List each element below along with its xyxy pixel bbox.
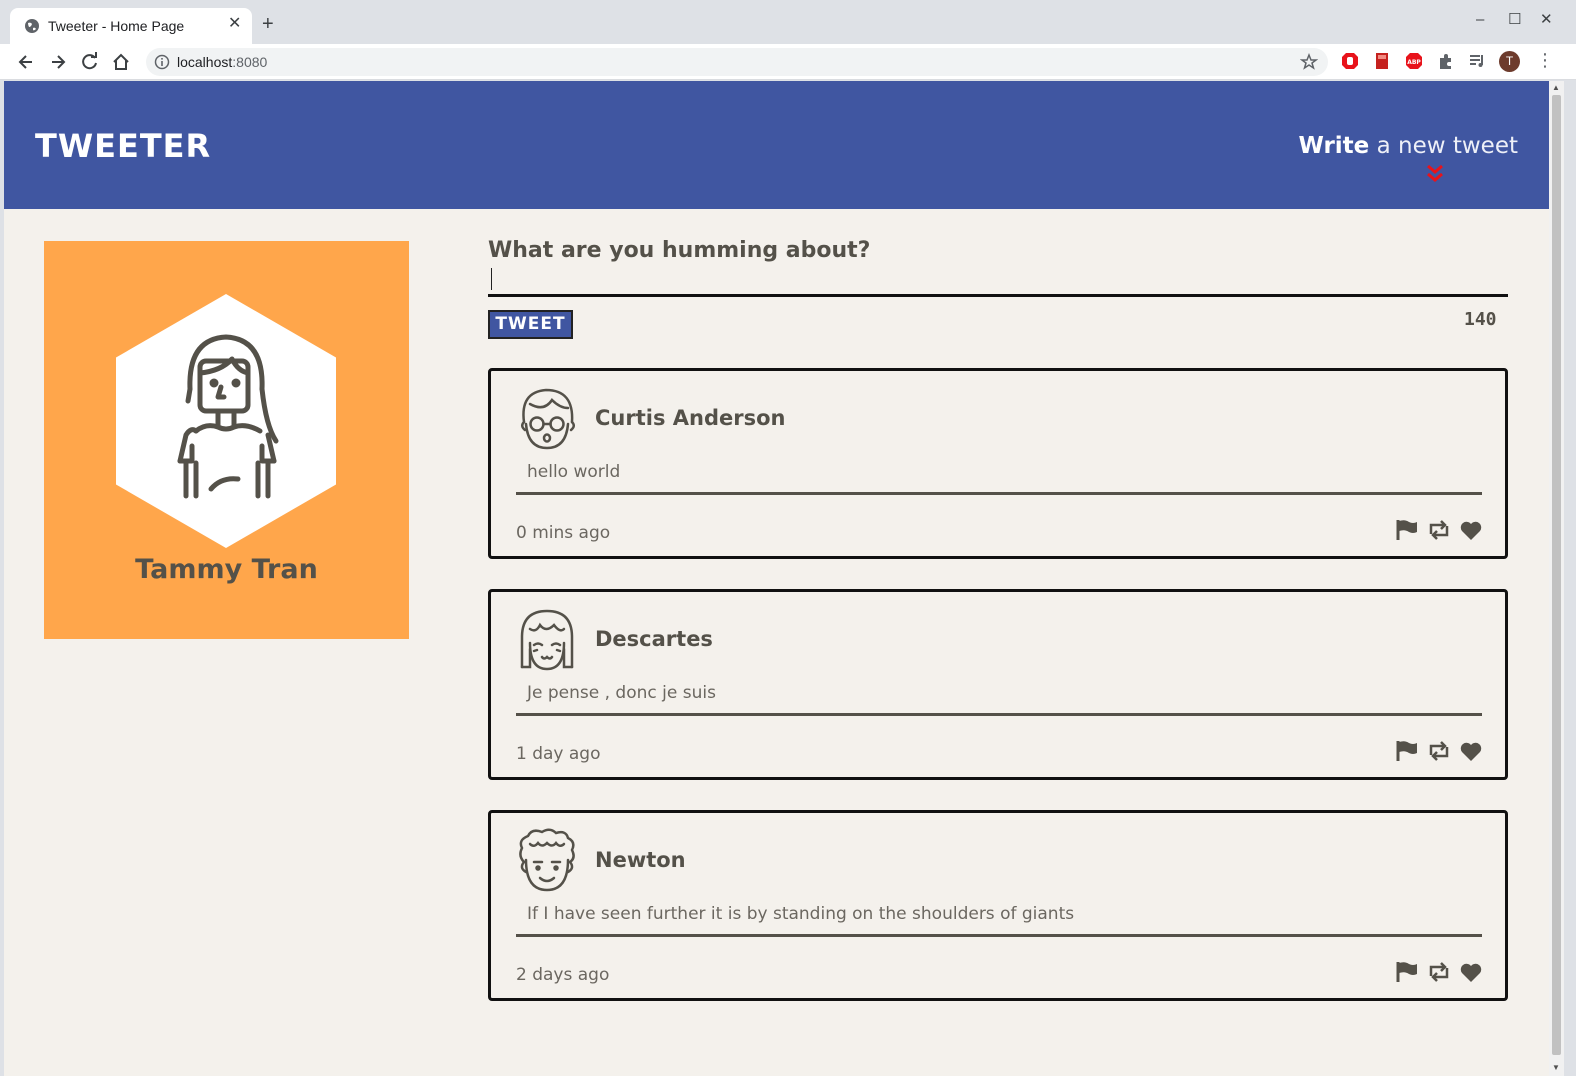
puzzle-extension-icon[interactable] [1437, 52, 1455, 70]
browser-toolbar: localhost:8080 [0, 44, 1576, 80]
maximize-button[interactable]: ☐ [1508, 12, 1521, 28]
url-text: localhost:8080 [177, 54, 267, 70]
tweet-timestamp: 0 mins ago [516, 523, 611, 543]
tweet-submit-button[interactable]: TWEET [488, 310, 573, 339]
reload-icon[interactable] [80, 52, 100, 72]
stop-hand-extension-icon[interactable] [1341, 52, 1359, 70]
tweet-content: If I have seen further it is by standing… [527, 904, 1075, 924]
browser-menu-icon[interactable]: ⋮ [1536, 50, 1554, 71]
tweet-divider [516, 713, 1482, 716]
tweet-author: Descartes [595, 627, 713, 651]
flag-icon[interactable] [1395, 519, 1419, 541]
heart-icon[interactable] [1459, 961, 1483, 983]
url-port: :8080 [232, 54, 268, 70]
tweet-textarea[interactable] [488, 265, 1508, 297]
tweet-actions [1395, 961, 1485, 985]
profile-name: Tammy Tran [135, 554, 318, 585]
compose-label: What are you humming about? [488, 238, 871, 263]
flag-icon[interactable] [1395, 961, 1419, 983]
page-viewport: TWEETER Write a new tweet Tammy Tran Wha… [4, 81, 1549, 1076]
chrome-profile-avatar[interactable]: T [1499, 51, 1520, 72]
retweet-icon[interactable] [1427, 740, 1451, 762]
url-host: localhost [177, 54, 233, 70]
glasses-boy-icon [521, 388, 575, 450]
info-icon[interactable] [154, 54, 170, 70]
curly-hair-man-icon [519, 828, 575, 892]
write-new-tweet-toggle[interactable]: Write a new tweet [1298, 133, 1518, 159]
tab-title: Tweeter - Home Page [48, 18, 185, 34]
book-extension-icon[interactable] [1373, 52, 1391, 70]
scroll-up-arrow-icon[interactable]: ▲ [1552, 83, 1560, 92]
flag-icon[interactable] [1395, 740, 1419, 762]
retweet-icon[interactable] [1427, 519, 1451, 541]
tweet-card: Descartes Je pense , donc je suis 1 day … [488, 589, 1508, 780]
heart-icon[interactable] [1459, 740, 1483, 762]
bookmark-star-icon[interactable] [1300, 53, 1318, 71]
tweet-actions [1395, 740, 1485, 764]
write-label: Write [1298, 133, 1370, 159]
address-bar[interactable]: localhost:8080 [146, 48, 1328, 76]
tweet-card: Curtis Anderson hello world 0 mins ago [488, 368, 1508, 559]
scroll-thumb[interactable] [1552, 95, 1561, 1055]
double-chevron-down-icon[interactable] [1425, 164, 1445, 184]
new-tweet-label: a new tweet [1369, 133, 1518, 159]
adblock-extension-icon[interactable]: ABP [1405, 52, 1423, 70]
heart-icon[interactable] [1459, 519, 1483, 541]
tweet-timestamp: 2 days ago [516, 965, 610, 985]
tweet-author: Curtis Anderson [595, 406, 786, 430]
profile-card: Tammy Tran [44, 241, 409, 639]
tweet-actions [1395, 519, 1485, 543]
tweet-divider [516, 492, 1482, 495]
tweet-author: Newton [595, 848, 686, 872]
window-close-button[interactable]: ✕ [1540, 12, 1553, 28]
page-scrollbar[interactable]: ▲ ▼ [1549, 81, 1564, 1076]
tweet-timestamp: 1 day ago [516, 744, 601, 764]
media-queue-icon[interactable] [1468, 52, 1486, 70]
tweet-card: Newton If I have seen further it is by s… [488, 810, 1508, 1001]
site-logo[interactable]: TWEETER [35, 127, 211, 165]
globe-icon [25, 19, 39, 33]
forward-arrow-icon[interactable] [48, 52, 68, 72]
text-caret [491, 268, 492, 290]
tab-close-icon[interactable]: ✕ [228, 16, 241, 32]
browser-tab[interactable]: Tweeter - Home Page ✕ [10, 8, 252, 44]
char-counter: 140 [1464, 309, 1497, 330]
tweet-divider [516, 934, 1482, 937]
home-icon[interactable] [111, 52, 131, 72]
svg-text:ABP: ABP [1407, 59, 1421, 66]
bob-hair-girl-icon [520, 609, 574, 671]
scroll-down-arrow-icon[interactable]: ▼ [1552, 1063, 1560, 1072]
minimize-button[interactable]: – [1476, 12, 1484, 28]
tweet-content: hello world [527, 462, 621, 482]
browser-tabstrip: Tweeter - Home Page ✕ + – ☐ ✕ [0, 0, 1576, 44]
retweet-icon[interactable] [1427, 961, 1451, 983]
new-tab-button[interactable]: + [262, 14, 274, 34]
tweet-content: Je pense , donc je suis [527, 683, 716, 703]
back-arrow-icon[interactable] [16, 52, 36, 72]
user-avatar-icon [177, 334, 279, 499]
site-nav: TWEETER Write a new tweet [4, 81, 1549, 209]
